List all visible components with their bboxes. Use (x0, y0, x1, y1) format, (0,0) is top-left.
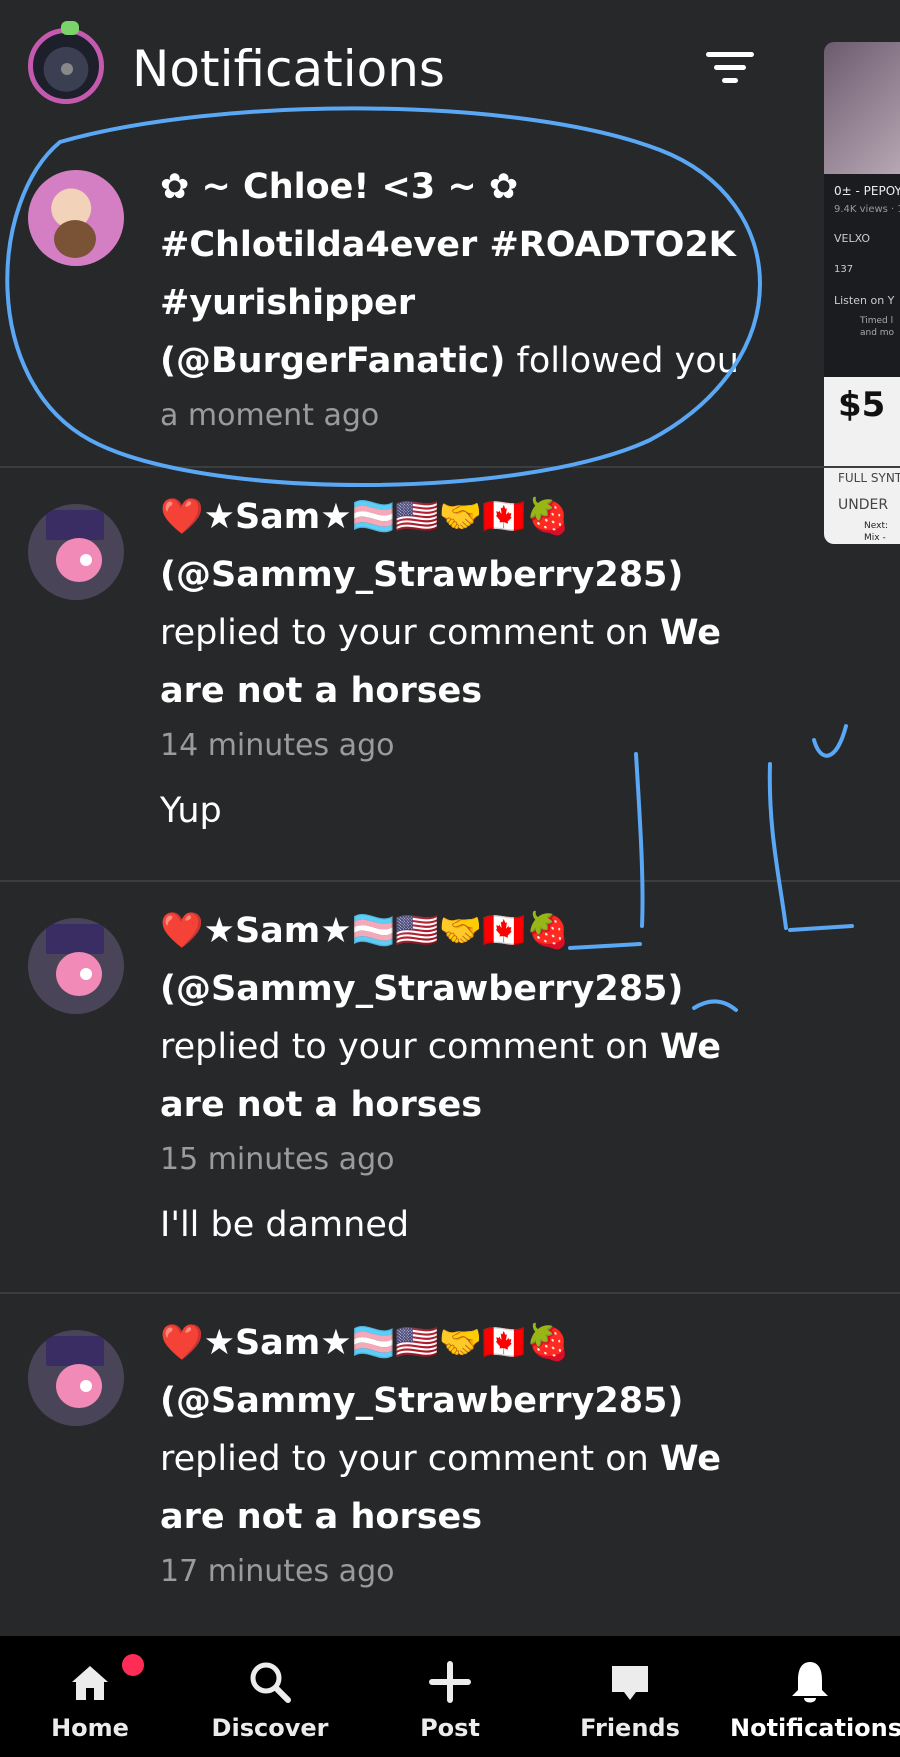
user-name[interactable]: ❤️★Sam★🏳️‍⚧️🇺🇸🤝🇨🇦🍓 (160, 1323, 570, 1363)
action-text: replied to your comment on (160, 1439, 649, 1479)
plus-icon (429, 1661, 471, 1703)
user-handle[interactable]: (@Sammy_Strawberry285) (160, 555, 683, 595)
timestamp: 17 minutes ago (160, 1554, 395, 1589)
tab-label: Post (420, 1714, 480, 1742)
notification-item[interactable]: ✿ ~ Chloe! <3 ~ ✿ #Chlotilda4ever #ROADT… (0, 150, 900, 466)
timestamp: 14 minutes ago (160, 728, 395, 763)
tab-label: Home (51, 1714, 129, 1742)
avatar-center-icon (61, 63, 73, 75)
avatar[interactable] (28, 918, 124, 1014)
reply-text: Yup (160, 791, 222, 831)
filter-icon[interactable] (706, 48, 754, 88)
profile-avatar[interactable] (28, 21, 104, 104)
timestamp: a moment ago (160, 398, 380, 433)
user-handle[interactable]: (@BurgerFanatic) (160, 341, 505, 381)
tab-label: Friends (580, 1714, 680, 1742)
user-name[interactable]: ❤️★Sam★🏳️‍⚧️🇺🇸🤝🇨🇦🍓 (160, 911, 570, 951)
timestamp: 15 minutes ago (160, 1142, 395, 1177)
notification-dot (122, 1654, 144, 1676)
bottom-tab-bar: Home Discover Post Friends Notifications (0, 1636, 900, 1757)
home-icon (72, 1666, 108, 1700)
avatar[interactable] (28, 504, 124, 600)
action-text: followed you (516, 341, 739, 381)
tab-home[interactable]: Home (10, 1636, 170, 1757)
user-handle[interactable]: (@Sammy_Strawberry285) (160, 1381, 683, 1421)
action-text: replied to your comment on (160, 1027, 649, 1067)
avatar[interactable] (28, 1330, 124, 1426)
tab-friends[interactable]: Friends (550, 1636, 710, 1757)
search-icon (250, 1662, 291, 1703)
frog-badge-icon (61, 21, 79, 35)
notification-item[interactable]: ❤️★Sam★🏳️‍⚧️🇺🇸🤝🇨🇦🍓 (@Sammy_Strawberry285… (0, 468, 900, 880)
tab-discover[interactable]: Discover (190, 1636, 350, 1757)
tab-label: Discover (211, 1714, 329, 1742)
tab-post[interactable]: Post (370, 1636, 530, 1757)
user-name[interactable]: ✿ ~ Chloe! <3 ~ ✿ #Chlotilda4ever #ROADT… (160, 167, 736, 323)
user-handle[interactable]: (@Sammy_Strawberry285) (160, 969, 683, 1009)
avatar[interactable] (28, 170, 124, 266)
chat-bubble-icon (612, 1666, 648, 1700)
notification-item[interactable]: ❤️★Sam★🏳️‍⚧️🇺🇸🤝🇨🇦🍓 (@Sammy_Strawberry285… (0, 1294, 900, 1636)
notification-item[interactable]: ❤️★Sam★🏳️‍⚧️🇺🇸🤝🇨🇦🍓 (@Sammy_Strawberry285… (0, 882, 900, 1292)
reply-text: I'll be damned (160, 1205, 410, 1245)
bell-icon (792, 1662, 828, 1703)
action-text: replied to your comment on (160, 613, 649, 653)
page-title: Notifications (132, 40, 445, 98)
user-name[interactable]: ❤️★Sam★🏳️‍⚧️🇺🇸🤝🇨🇦🍓 (160, 497, 570, 537)
tab-label: Notifications (730, 1714, 900, 1742)
header: Notifications (0, 0, 900, 140)
tab-notifications[interactable]: Notifications (730, 1636, 900, 1757)
